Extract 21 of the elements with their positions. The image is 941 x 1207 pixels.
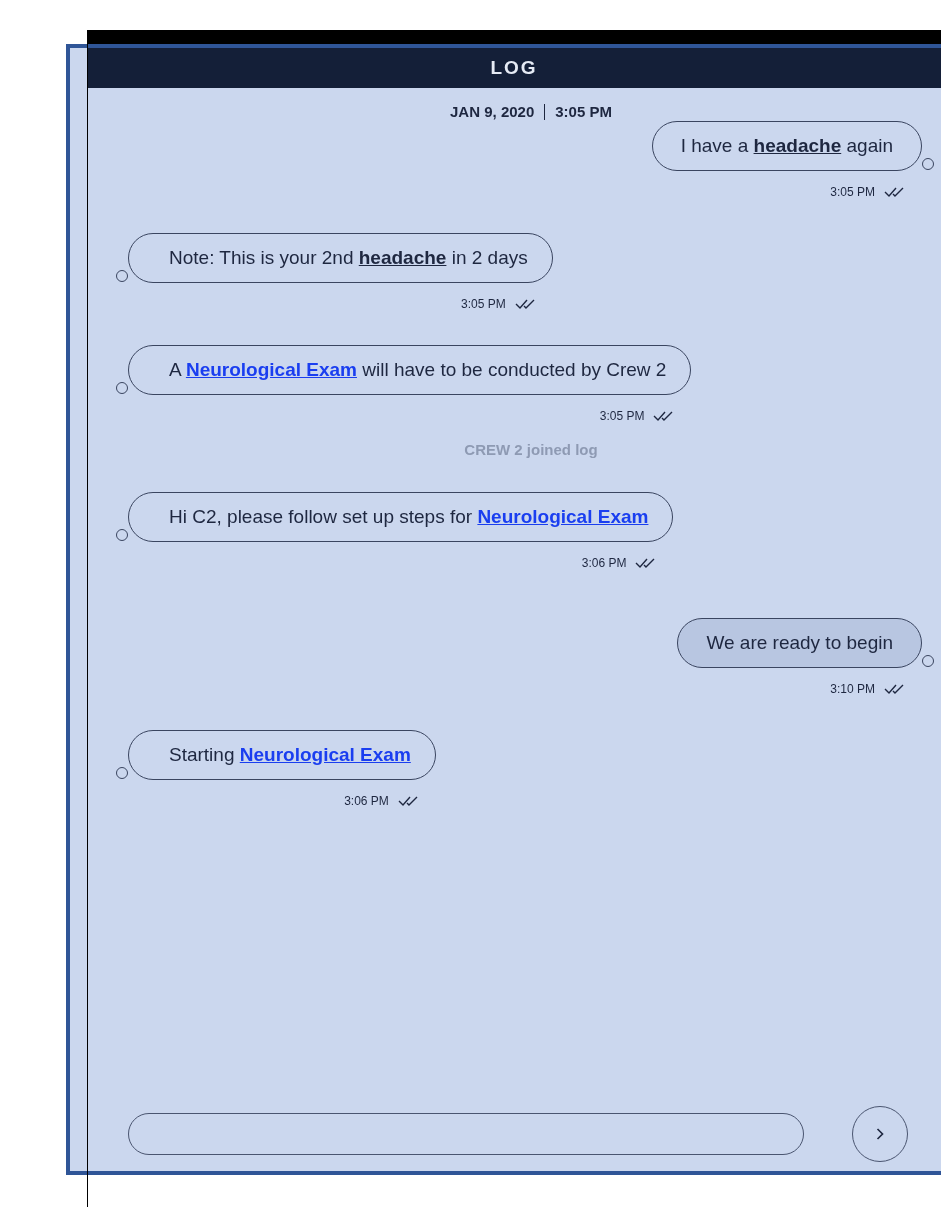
message-time: 3:05 PM xyxy=(599,409,645,423)
term-link[interactable]: headache xyxy=(753,135,842,157)
message-time: 3:05 PM xyxy=(830,185,875,199)
exam-link[interactable]: Neurological Exam xyxy=(239,744,411,766)
date-label: JAN 9, 2020 xyxy=(450,103,535,120)
exam-link[interactable]: Neurological Exam xyxy=(185,359,357,381)
message-bubble: Starting Neurological Exam xyxy=(128,730,436,780)
message-bubble: Hi C2, please follow set up steps for Neurological Exam xyxy=(128,492,674,542)
message-time: 3:10 PM xyxy=(830,682,875,696)
exam-link[interactable]: Neurological Exam xyxy=(477,506,649,528)
time-label: 3:05 PM xyxy=(555,103,612,120)
log-title: LOG xyxy=(490,57,538,79)
message-bubble: We are ready to begin xyxy=(677,618,922,668)
message-bubble: A Neurological Exam will have to be conducted by Crew 2 xyxy=(128,345,692,395)
message-time: 3:06 PM xyxy=(344,794,389,808)
message-time: 3:05 PM xyxy=(461,297,506,311)
message-time: 3:06 PM xyxy=(581,556,627,570)
term-link[interactable]: headache xyxy=(358,247,447,269)
chevron-right-icon xyxy=(875,1127,885,1141)
message-bubble: Note: This is your 2nd headache in 2 days xyxy=(128,233,553,283)
event-notice: CREW 2 joined log xyxy=(463,441,599,458)
